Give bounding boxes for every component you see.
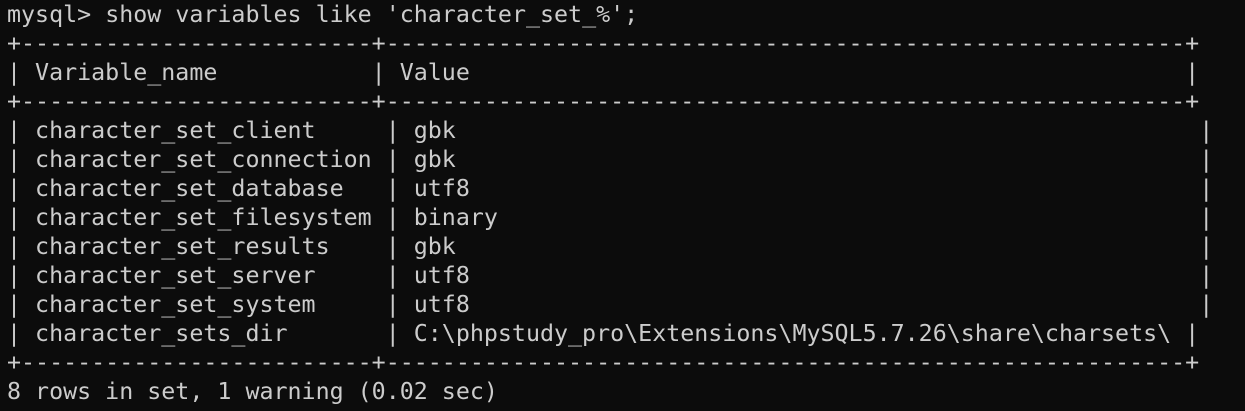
terminal-window[interactable]: mysql> show variables like 'character_se… [0,0,1245,411]
table-row: | character_set_filesystem | binary | [7,204,1214,231]
command-line[interactable]: mysql> show variables like 'character_se… [7,0,1245,29]
sql-command: show variables like 'character_set_%'; [105,1,639,28]
mysql-prompt: mysql> [7,1,106,28]
table-border-bottom: +-------------------------+-------------… [7,349,1200,376]
table-row: | character_set_results | gbk | [7,233,1214,260]
table-border-header: +-------------------------+-------------… [7,88,1200,115]
table-header-row: | Variable_name | Value | [7,59,1200,86]
table-row: | character_set_server | utf8 | [7,262,1214,289]
table-row: | character_sets_dir | C:\phpstudy_pro\E… [7,320,1200,347]
result-status: 8 rows in set, 1 warning (0.02 sec) [7,378,498,405]
table-border-top: +-------------------------+-------------… [7,30,1200,57]
table-row: | character_set_client | gbk | [7,117,1214,144]
table-row: | character_set_database | utf8 | [7,175,1214,202]
table-row: | character_set_connection | gbk | [7,146,1214,173]
result-table: +-------------------------+-------------… [7,29,1245,377]
table-row: | character_set_system | utf8 | [7,291,1214,318]
